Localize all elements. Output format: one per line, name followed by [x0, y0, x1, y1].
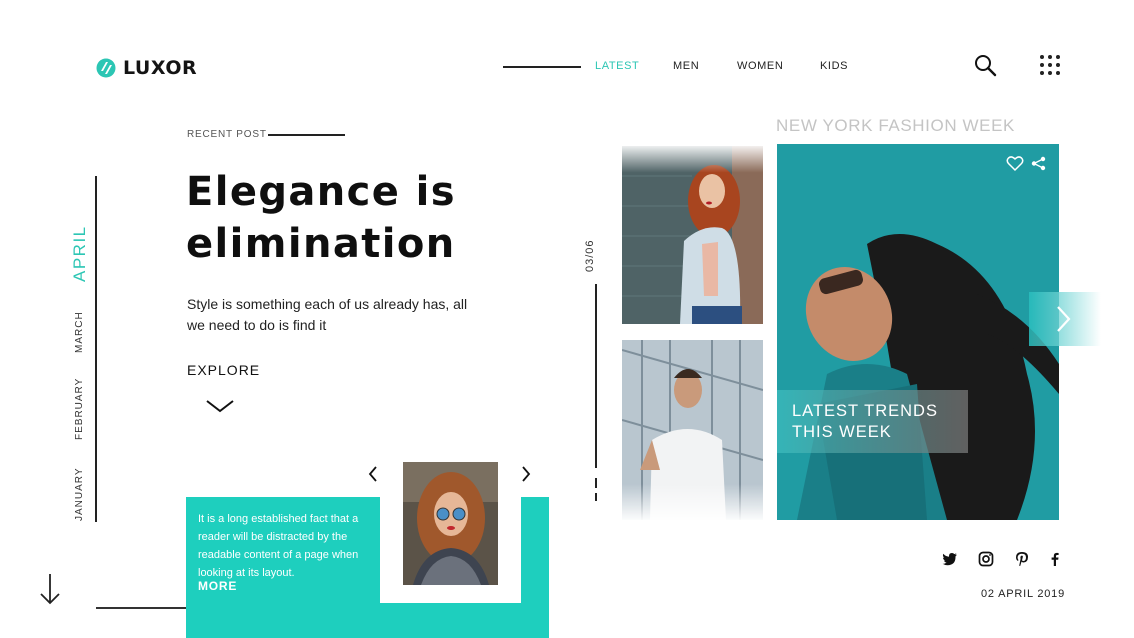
month-april-label: APRIL — [70, 225, 89, 282]
grid-menu-icon[interactable] — [1039, 54, 1061, 76]
chevron-right-icon[interactable] — [520, 465, 532, 483]
latest-trends-line1: LATEST TRENDS — [792, 402, 938, 420]
month-january-label: JANUARY — [74, 467, 85, 522]
gallery-heading: NEW YORK FASHION WEEK — [776, 116, 1015, 135]
more-link[interactable]: MORE — [198, 579, 237, 593]
latest-trends-text: LATEST TRENDS THIS WEEK — [792, 401, 962, 443]
info-card-line: It is a long established fact that a — [198, 513, 359, 525]
facebook-icon[interactable] — [1047, 551, 1063, 567]
twitter-icon[interactable] — [942, 551, 958, 567]
chevron-right-icon — [1057, 306, 1071, 332]
scroll-down-arrow-icon[interactable] — [38, 572, 62, 606]
month-rail-line — [95, 176, 97, 522]
nav-item-kids[interactable]: KIDS — [820, 60, 848, 72]
nav-item-latest[interactable]: LATEST — [595, 60, 639, 72]
thumbnail-photo-woman-sunglasses[interactable] — [403, 462, 498, 585]
pinterest-icon[interactable] — [1014, 551, 1030, 567]
gallery-photo-man-white-tee[interactable] — [622, 340, 763, 520]
next-slide-button[interactable] — [1029, 292, 1101, 346]
info-card-text: It is a long established fact that a rea… — [198, 510, 368, 582]
chevron-down-icon[interactable] — [205, 398, 235, 414]
hero-subtitle-line1: Style is something each of us already ha… — [187, 296, 468, 312]
search-icon[interactable] — [973, 53, 997, 77]
recent-post-label: RECENT POST — [187, 129, 267, 140]
hero-subtitle: Style is something each of us already ha… — [187, 294, 507, 336]
hero-title: Elegance is elimination — [186, 166, 486, 270]
info-card-line: readable content of a page when — [198, 549, 359, 561]
latest-trends-line2: THIS WEEK — [792, 423, 892, 441]
logo-mark-icon — [96, 58, 116, 78]
chevron-left-icon[interactable] — [367, 465, 379, 483]
instagram-icon[interactable] — [978, 551, 994, 567]
slide-counter-line — [595, 284, 597, 468]
heart-icon[interactable] — [1006, 155, 1024, 172]
gallery-photo-woman-denim[interactable] — [622, 146, 763, 324]
nav-item-men[interactable]: MEN — [673, 60, 699, 72]
nav-indicator-line — [503, 66, 581, 68]
hero-title-line1: Elegance is — [186, 169, 456, 215]
slide-counter-dash — [595, 478, 597, 488]
post-date: 02 APRIL 2019 — [981, 588, 1065, 600]
info-card-line: reader will be distracted by the — [198, 531, 348, 543]
month-february-label: FEBRUARY — [74, 377, 85, 440]
brand-name: LUXOR — [123, 57, 198, 79]
hero-subtitle-line2: we need to do is find it — [187, 317, 327, 333]
feature-photo-woman-teal[interactable] — [777, 144, 1059, 520]
logo[interactable]: LUXOR — [96, 57, 197, 79]
nav-item-women[interactable]: WOMEN — [737, 60, 783, 72]
hero-title-line2: elimination — [186, 221, 456, 267]
recent-post-line — [268, 134, 345, 136]
slide-counter-label: 03/06 — [584, 239, 596, 272]
month-march-label: MARCH — [74, 311, 85, 353]
slide-counter-dash — [595, 493, 597, 501]
explore-link[interactable]: EXPLORE — [187, 362, 260, 378]
share-icon[interactable] — [1031, 156, 1046, 171]
